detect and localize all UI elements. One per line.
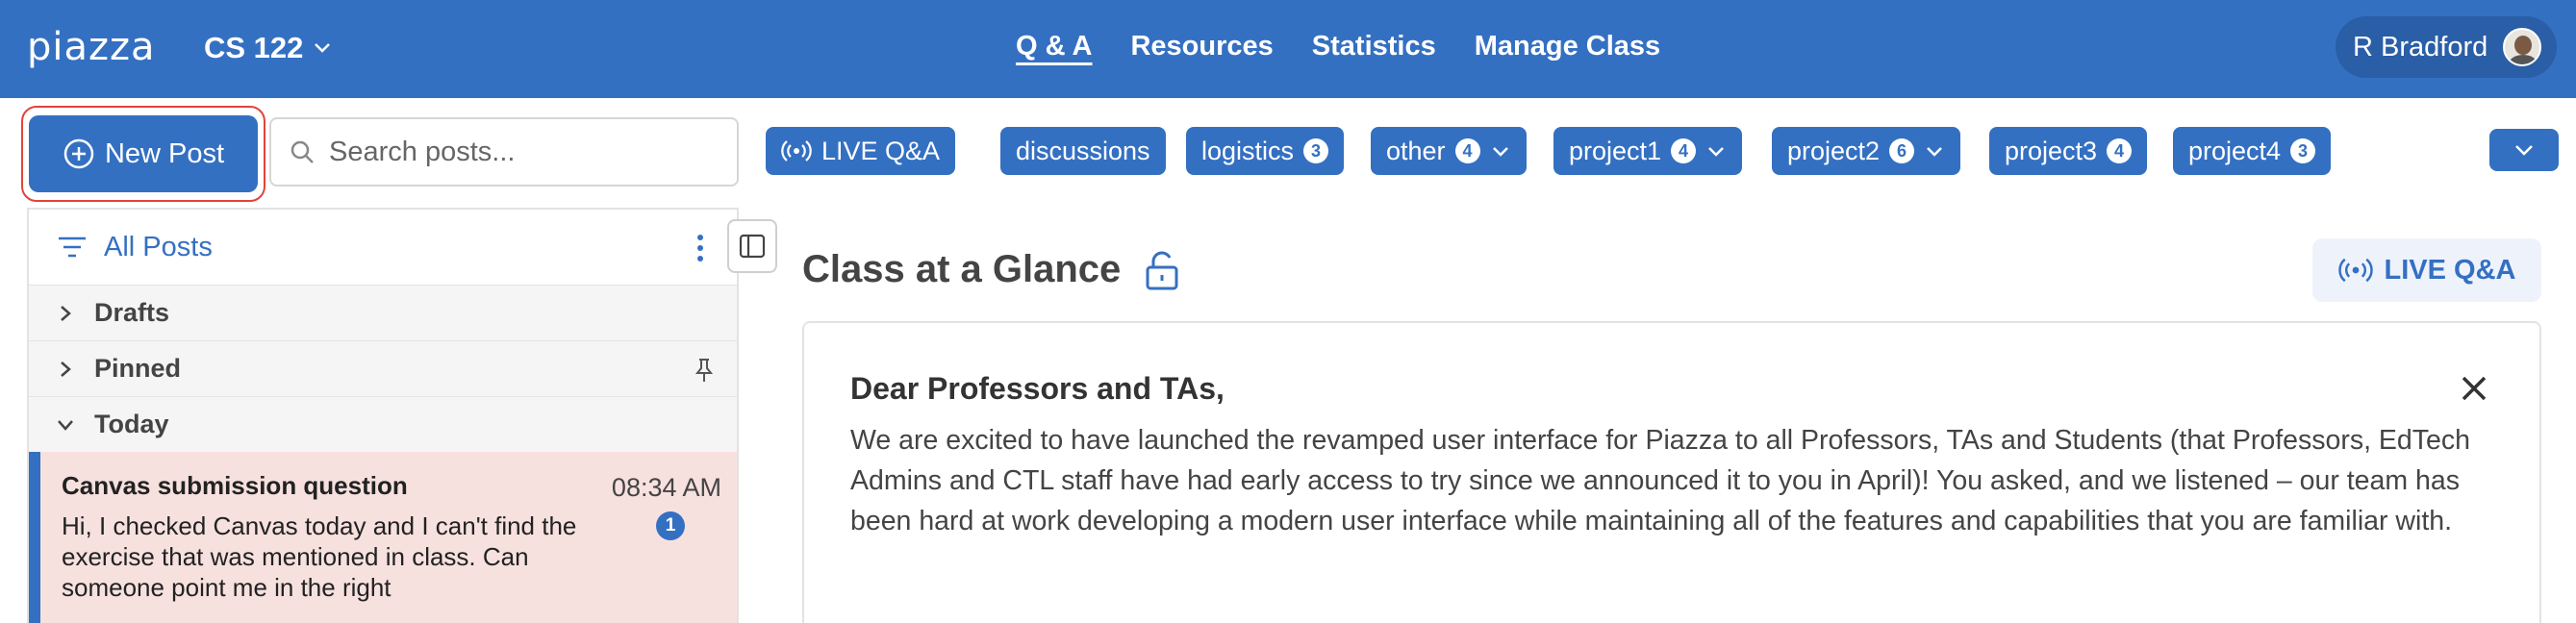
group-label: Pinned [94, 354, 182, 383]
announcement-heading: Dear Professors and TAs, [850, 371, 1225, 406]
search-icon [290, 140, 314, 163]
pin-icon [695, 359, 714, 382]
main-nav: Q & A Resources Statistics Manage Class [1016, 31, 1660, 62]
folder-count-badge: 3 [2290, 138, 2316, 163]
unread-badge: 1 [656, 511, 685, 540]
search-input[interactable] [329, 136, 714, 168]
group-pinned[interactable]: Pinned [29, 340, 737, 396]
folder-count-badge: 4 [2107, 138, 2133, 163]
chevron-down-icon [1927, 147, 1942, 157]
broadcast-icon [781, 140, 812, 162]
live-qa-label: LIVE Q&A [821, 136, 941, 165]
list-item[interactable]: Canvas submission question 08:34 AM 1 Hi… [29, 452, 737, 623]
nav-statistics[interactable]: Statistics [1312, 31, 1436, 62]
post-preview: Hi, I checked Canvas today and I can't f… [62, 511, 577, 602]
chevron-right-icon [61, 361, 71, 377]
folder-label: logistics [1201, 136, 1295, 165]
nav-q-and-a[interactable]: Q & A [1016, 31, 1092, 62]
user-menu[interactable]: R Bradford [2336, 16, 2557, 78]
folder-label: project2 [1787, 136, 1881, 165]
search-box [269, 117, 739, 187]
broadcast-icon [2337, 258, 2373, 283]
filter-label[interactable]: All Posts [104, 232, 213, 263]
folder-label: project1 [1569, 136, 1662, 165]
sidebar-toggle-icon [739, 234, 766, 259]
user-name: R Bradford [2353, 31, 2488, 62]
class-name: CS 122 [204, 31, 304, 64]
top-navigation-bar: piazza CS 122 Q & A Resources Statistics… [0, 0, 2576, 98]
folder-chip-project2[interactable]: project2 6 [1772, 127, 1961, 175]
folder-chip-project3[interactable]: project3 4 [1989, 127, 2148, 175]
chevron-down-icon [315, 43, 331, 53]
close-icon[interactable] [2457, 371, 2491, 406]
folder-count-badge: 6 [1889, 138, 1915, 163]
avatar [2503, 28, 2542, 66]
nav-resources[interactable]: Resources [1130, 31, 1273, 62]
live-qa-button-label: LIVE Q&A [2384, 254, 2516, 286]
plus-circle-icon [63, 138, 94, 169]
folder-label: discussions [1016, 136, 1150, 165]
page-title: Class at a Glance [802, 248, 1180, 291]
new-post-label: New Post [104, 137, 225, 169]
folder-label: other [1386, 136, 1446, 165]
collapse-sidebar-button[interactable] [727, 219, 777, 273]
live-qa-chip[interactable]: LIVE Q&A [766, 127, 956, 175]
announcement-body: We are excited to have launched the reva… [850, 425, 2470, 536]
piazza-logo[interactable]: piazza [27, 25, 156, 69]
folder-count-badge: 3 [1303, 138, 1329, 163]
folder-label: project4 [2188, 136, 2282, 165]
nav-manage-class[interactable]: Manage Class [1475, 31, 1660, 62]
folder-count-badge: 4 [1671, 138, 1697, 163]
announcement-card: Dear Professors and TAs, We are excited … [802, 321, 2541, 623]
folder-chip-project4[interactable]: project4 3 [2173, 127, 2332, 175]
group-today[interactable]: Today [29, 396, 737, 452]
post-time: 08:34 AM [611, 473, 721, 502]
folder-chip-logistics[interactable]: logistics 3 [1186, 127, 1345, 175]
more-folders-button[interactable] [2489, 129, 2559, 171]
folder-count-badge: 4 [1454, 138, 1480, 163]
folder-chip-project1[interactable]: project1 4 [1553, 127, 1743, 175]
group-label: Drafts [94, 298, 170, 327]
feed-header: All Posts [29, 210, 737, 285]
chevron-down-icon [1492, 147, 1508, 157]
group-label: Today [94, 410, 169, 438]
post-feed: All Posts Drafts Pinned Today Canvas sub… [27, 208, 739, 623]
folder-chip-other[interactable]: other 4 [1371, 127, 1527, 175]
folder-label: project3 [2005, 136, 2098, 165]
chevron-down-icon [58, 419, 73, 431]
new-post-button[interactable]: New Post [29, 115, 258, 192]
group-drafts[interactable]: Drafts [29, 285, 737, 340]
filter-icon[interactable] [56, 233, 88, 262]
unlock-icon[interactable] [1144, 250, 1180, 290]
kebab-menu-icon[interactable] [689, 233, 712, 263]
chevron-down-icon [1708, 147, 1724, 157]
new-post-highlight: New Post [21, 106, 265, 202]
chevron-right-icon [61, 305, 71, 321]
page-title-text: Class at a Glance [802, 248, 1122, 290]
chevron-down-icon [2515, 145, 2533, 156]
folder-chip-discussions[interactable]: discussions [1000, 127, 1166, 175]
live-qa-button[interactable]: LIVE Q&A [2312, 238, 2541, 302]
class-selector[interactable]: CS 122 [204, 31, 334, 65]
